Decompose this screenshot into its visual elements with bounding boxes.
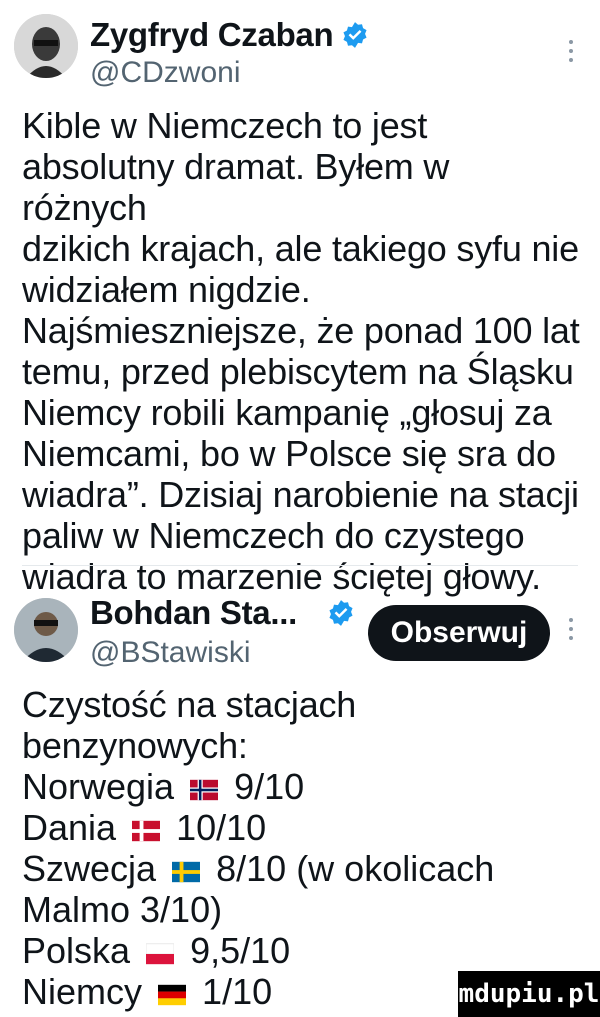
author-name[interactable]: Bohdan Sta... <box>90 594 297 632</box>
rating-germany: Niemcy 1/10 <box>22 971 272 1012</box>
rating-note: Malmo 3/10) <box>22 889 223 930</box>
denmark-flag-icon <box>132 820 161 842</box>
rating-score: 9/10 <box>234 766 305 807</box>
more-options-icon[interactable] <box>568 40 574 67</box>
rating-poland: Polska 9,5/10 <box>22 930 290 971</box>
more-options-icon[interactable] <box>568 618 574 645</box>
author-handle[interactable]: @BStawiski <box>90 636 251 670</box>
rating-score: 8/10 <box>216 848 287 889</box>
rating-score: 1/10 <box>202 971 273 1012</box>
country-name: Niemcy <box>22 971 143 1012</box>
rating-norway: Norwegia 9/10 <box>22 766 304 807</box>
rating-denmark: Dania 10/10 <box>22 807 266 848</box>
watermark: mdupiu.pl <box>458 971 600 1017</box>
rating-score: 10/10 <box>176 807 267 848</box>
avatar[interactable] <box>14 598 78 662</box>
germany-flag-icon <box>158 984 187 1006</box>
rating-sweden-note: Malmo 3/10) <box>22 889 222 930</box>
verified-badge-icon <box>329 600 353 626</box>
tweet-text: Kible w Niemczech to jest absolutny dram… <box>22 105 580 597</box>
rating-note: (w okolicach <box>296 848 495 889</box>
follow-button[interactable]: Obserwuj <box>368 605 550 661</box>
country-name: Dania <box>22 807 117 848</box>
norway-flag-icon <box>190 779 219 801</box>
rating-score: 9,5/10 <box>190 930 291 971</box>
country-name: Norwegia <box>22 766 175 807</box>
avatar[interactable] <box>14 14 78 78</box>
poland-flag-icon <box>146 943 175 965</box>
country-name: Polska <box>22 930 131 971</box>
author-handle[interactable]: @CDzwoni <box>90 56 240 90</box>
country-name: Szwecja <box>22 848 157 889</box>
divider <box>22 565 578 566</box>
sweden-flag-icon <box>172 861 201 883</box>
rating-sweden: Szwecja 8/10 (w okolicach <box>22 848 494 889</box>
verified-badge-icon <box>343 22 367 48</box>
tweet-text: Czystość na stacjach benzynowych: <box>22 684 357 766</box>
author-name[interactable]: Zygfryd Czaban <box>90 16 334 54</box>
